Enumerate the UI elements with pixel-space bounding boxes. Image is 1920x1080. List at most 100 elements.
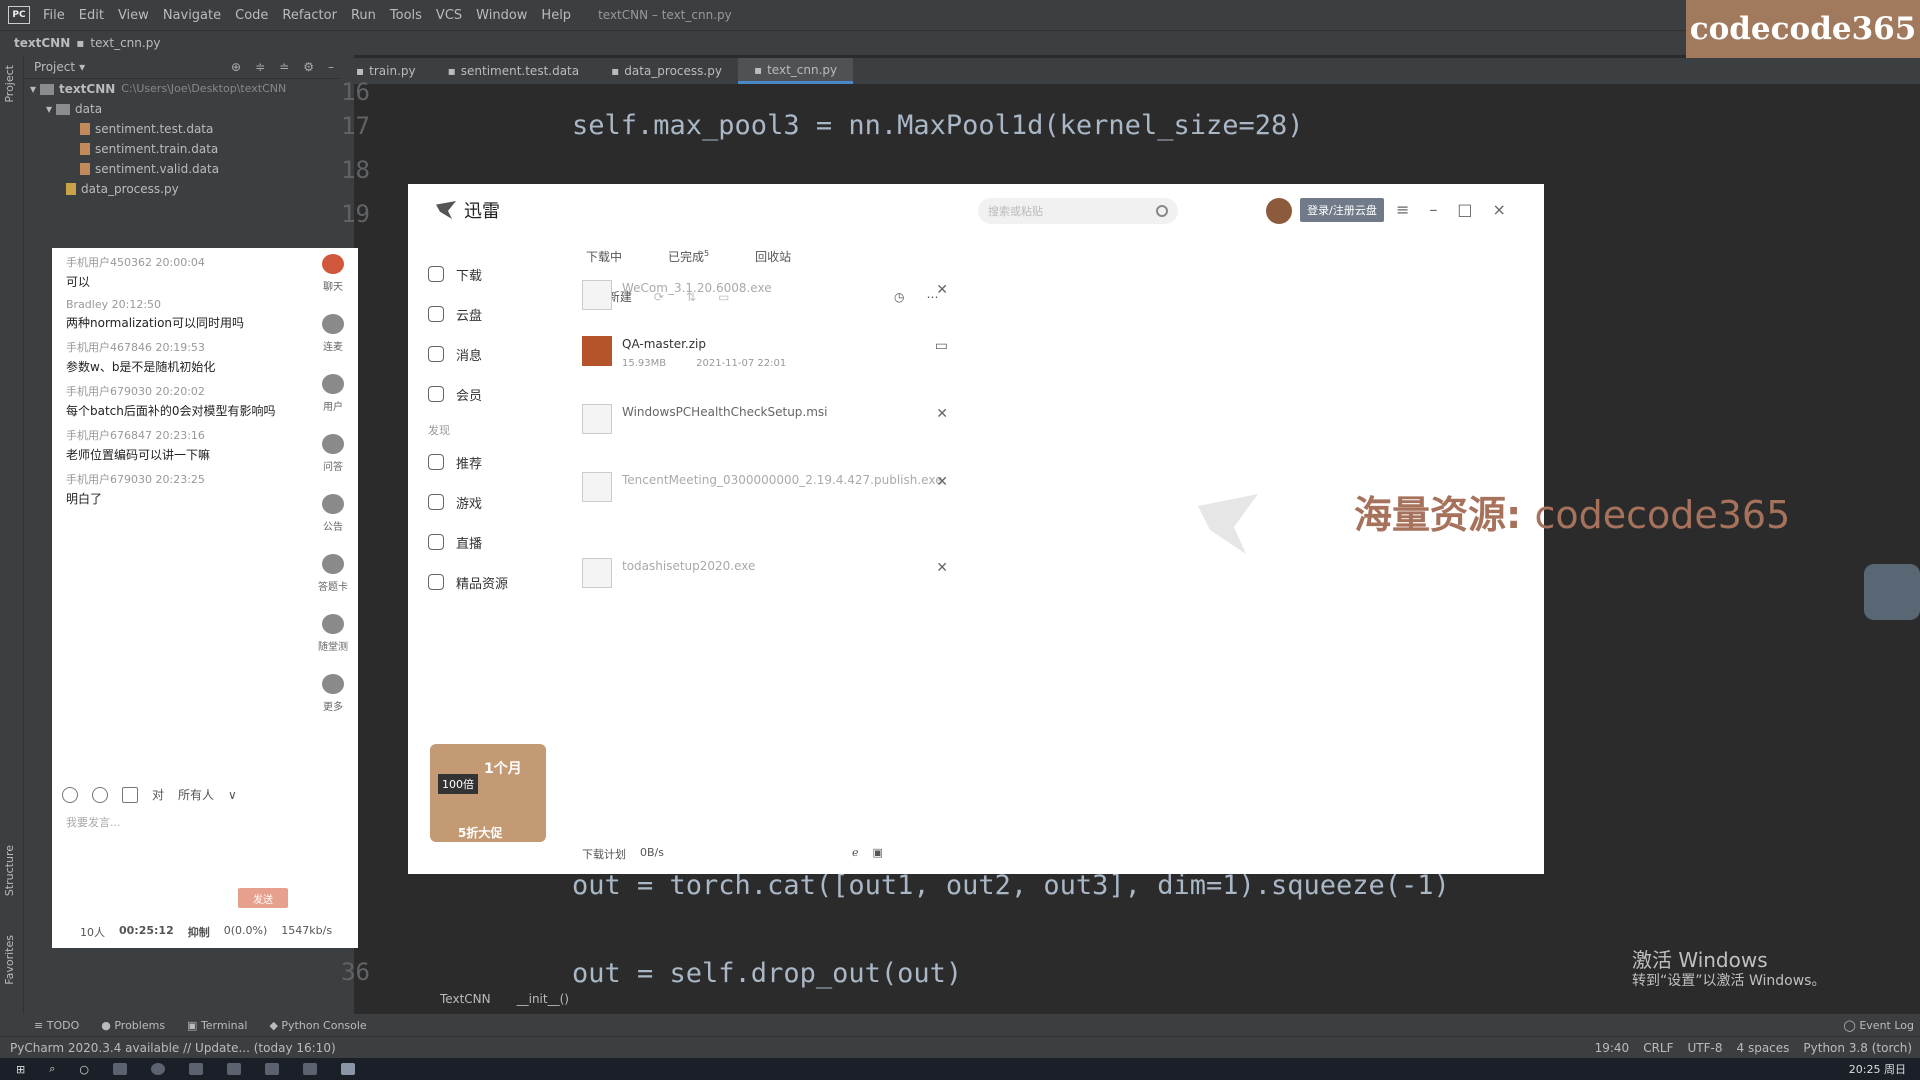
tree-file[interactable]: sentiment.valid.data [30,159,354,179]
tree-file[interactable]: data_process.py [30,179,354,199]
tab-completed[interactable]: 已完成5 [668,248,709,265]
chat-input[interactable]: 我要发言... [66,814,121,830]
search-input[interactable]: 搜索或粘贴 [978,198,1178,224]
caret-position[interactable]: 19:40 [1595,1041,1630,1055]
chat-side-mic[interactable]: 连麦 [308,314,358,374]
maximize-icon[interactable]: □ [1457,200,1472,219]
search-icon[interactable]: ⌕ [49,1062,55,1076]
explorer-icon[interactable] [265,1063,279,1075]
chat-side-answer[interactable]: 答题卡 [308,554,358,614]
emoji-icon[interactable] [62,786,78,803]
breadcrumb-class[interactable]: TextCNN [440,992,491,1006]
menu-window[interactable]: Window [469,8,534,23]
close-icon[interactable]: ✕ [936,474,948,490]
menu-view[interactable]: View [111,8,156,23]
nav-message[interactable]: 消息 [428,334,548,374]
nav-recommend[interactable]: 推荐 [428,442,548,482]
menu-icon[interactable]: ≡ [1396,200,1409,219]
chat-target-select[interactable]: 所有人 [178,786,214,803]
chat-side-more[interactable]: 更多 [308,674,358,734]
nav-cloud[interactable]: 云盘 [428,294,548,334]
search-icon[interactable] [1156,205,1168,217]
menu-vcs[interactable]: VCS [429,8,469,23]
python-interpreter[interactable]: Python 3.8 (torch) [1803,1041,1912,1055]
tab-text-cnn[interactable]: ▪ text_cnn.py [737,58,854,84]
ie-icon[interactable]: ℯ [852,846,859,859]
tree-root[interactable]: ▾ textCNN C:\Users\Joe\Desktop\textCNN [30,79,354,99]
chat-side-quiz[interactable]: 随堂测 [308,614,358,674]
vip-sale-button[interactable]: 5折大促 [458,824,502,841]
event-log[interactable]: ◯ Event Log [1844,1019,1920,1032]
tree-file[interactable]: sentiment.test.data [30,119,354,139]
task-view-icon[interactable] [113,1063,127,1075]
close-icon[interactable]: ✕ [936,282,948,298]
indent-setting[interactable]: 4 spaces [1737,1041,1790,1055]
cortana-icon[interactable]: ○ [79,1063,89,1076]
structure-tool-label[interactable]: Structure [3,845,16,896]
nav-project[interactable]: textCNN [14,36,70,50]
chevron-down-icon[interactable]: ∨ [228,788,237,802]
hide-icon[interactable]: – [328,60,334,74]
nav-game[interactable]: 游戏 [428,482,548,522]
menu-navigate[interactable]: Navigate [156,8,228,23]
bird-icon[interactable] [341,1063,355,1075]
collapse-all-icon[interactable]: ≐ [279,60,289,74]
menu-help[interactable]: Help [534,8,578,23]
chevron-down-icon[interactable]: ▾ [79,60,85,74]
minimize-icon[interactable]: – [1429,200,1437,219]
todo-tool[interactable]: ≡ TODO [34,1019,79,1032]
chat-side-notice[interactable]: 公告 [308,494,358,554]
download-item[interactable]: WindowsPCHealthCheckSetup.msi ✕ [582,394,952,454]
project-tool-label[interactable]: Project [3,65,16,103]
lock-icon[interactable]: ▣ [873,846,883,859]
expand-all-icon[interactable]: ≑ [255,60,265,74]
pycharm-icon[interactable] [227,1063,241,1075]
nav-file[interactable]: text_cnn.py [90,36,160,50]
nav-vip[interactable]: 会员 [428,374,548,414]
menu-file[interactable]: File [36,8,72,23]
tab-downloading[interactable]: 下载中 [586,248,622,265]
folder-icon[interactable]: ▭ [935,338,948,354]
tree-file[interactable]: sentiment.train.data [30,139,354,159]
download-item[interactable]: QA-master.zip 15.93MB 2021-11-07 22:01 ▭ [582,326,952,386]
locate-icon[interactable]: ⊕ [231,60,241,74]
problems-tool[interactable]: ● Problems [101,1019,165,1032]
menu-tools[interactable]: Tools [383,8,429,23]
close-icon[interactable]: × [1493,200,1506,219]
tree-folder-data[interactable]: ▾ data [30,99,354,119]
login-button[interactable]: 登录/注册云盘 [1300,198,1384,222]
clock[interactable]: 20:25 周日 [1849,1061,1906,1077]
code-line-drop[interactable]: out = self.drop_out(out) [572,958,962,989]
file-encoding[interactable]: UTF-8 [1688,1041,1723,1055]
project-dropdown[interactable]: Project [34,60,75,74]
tab-sentiment-test[interactable]: ▪ sentiment.test.data [432,58,596,84]
favorites-tool-label[interactable]: Favorites [3,935,16,985]
menu-edit[interactable]: Edit [72,8,111,23]
image-icon[interactable] [122,786,138,803]
chat-side-chat[interactable]: 聊天 [308,254,358,314]
terminal-tool[interactable]: ▣ Terminal [187,1019,247,1032]
xunlei-icon[interactable] [303,1063,317,1075]
update-notice[interactable]: PyCharm 2020.3.4 available // Update... … [10,1041,336,1055]
download-item[interactable]: WeCom_3.1.20.6008.exe ✕ [582,270,952,330]
avatar[interactable] [1266,198,1292,224]
menu-run[interactable]: Run [344,8,383,23]
send-button[interactable]: 发送 [238,888,288,908]
nav-live[interactable]: 直播 [428,522,548,562]
menu-refactor[interactable]: Refactor [275,8,344,23]
chat-side-qa[interactable]: 问答 [308,434,358,494]
chat-side-users[interactable]: 用户 [308,374,358,434]
line-separator[interactable]: CRLF [1643,1041,1673,1055]
code-line-17[interactable]: self.max_pool3 = nn.MaxPool1d(kernel_siz… [572,110,1304,141]
nav-resource[interactable]: 精品资源 [428,562,548,602]
code-line-cat[interactable]: out = torch.cat([out1, out2, out3], dim=… [572,870,1450,901]
tab-recycle[interactable]: 回收站 [755,248,791,265]
close-icon[interactable]: ✕ [936,406,948,422]
floating-bird-icon[interactable] [1864,564,1920,620]
tab-data-process[interactable]: ▪ data_process.py [595,58,738,84]
bubble-icon[interactable] [92,786,108,803]
windows-start-icon[interactable]: ⊞ [16,1063,25,1076]
app-icon[interactable] [189,1063,203,1075]
download-item[interactable]: TencentMeeting_0300000000_2.19.4.427.pub… [582,462,952,522]
menu-code[interactable]: Code [228,8,275,23]
